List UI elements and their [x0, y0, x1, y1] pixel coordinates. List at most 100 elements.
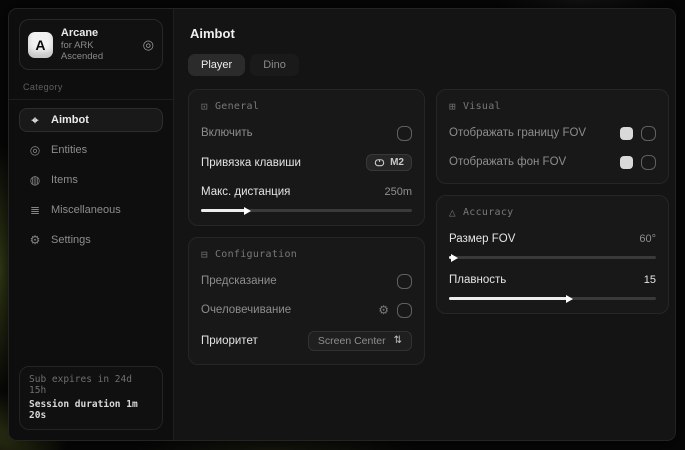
sidebar-item-label: Items — [51, 174, 78, 186]
mouse-icon — [374, 157, 385, 168]
smoothness-label: Плавность — [449, 274, 506, 286]
sidebar-divider — [9, 99, 173, 100]
keybind-button[interactable]: M2 — [366, 154, 412, 171]
row-max-distance: Макс. дистанция 250m — [201, 184, 412, 200]
prediction-label: Предсказание — [201, 275, 277, 287]
radar-icon: ◎ — [28, 144, 42, 156]
select-arrows-icon: ⇅ — [394, 336, 402, 346]
fov-size-slider-handle[interactable] — [451, 254, 458, 262]
sidebar: A Arcane for ARK Ascended ◎ Category ⌖ A… — [9, 9, 174, 440]
fov-background-label: Отображать фон FOV — [449, 156, 566, 168]
max-distance-slider[interactable] — [201, 209, 412, 212]
keybind-value: M2 — [390, 157, 404, 168]
panel-accuracy: △ Accuracy Размер FOV 60° Плавность — [436, 195, 669, 314]
row-prediction: Предсказание — [201, 273, 412, 289]
enable-checkbox[interactable] — [397, 126, 412, 141]
smoothness-value: 15 — [644, 274, 656, 286]
tab-dino[interactable]: Dino — [250, 54, 299, 76]
panel-general: ⊡ General Включить Привязка клавиши — [188, 89, 425, 226]
fov-border-controls — [620, 126, 656, 141]
max-distance-slider-fill — [201, 209, 245, 212]
fov-background-controls — [620, 155, 656, 170]
fov-size-slider-fill — [449, 256, 452, 259]
panel-visual-header: ⊞ Visual — [449, 101, 656, 112]
list-icon: ≣ — [28, 204, 42, 216]
panel-configuration-header: ⊟ Configuration — [201, 249, 412, 260]
panel-accuracy-title: Accuracy — [463, 207, 514, 218]
cube-icon: ◍ — [28, 174, 42, 186]
left-column: ⊡ General Включить Привязка клавиши — [188, 89, 425, 365]
session-duration-text: Session duration 1m 20s — [29, 399, 153, 421]
panels-grid: ⊡ General Включить Привязка клавиши — [188, 89, 669, 365]
sidebar-item-label: Settings — [51, 234, 91, 246]
priority-value: Screen Center — [318, 335, 386, 347]
sidebar-item-entities[interactable]: ◎ Entities — [19, 138, 163, 162]
panel-accuracy-header: △ Accuracy — [449, 207, 656, 218]
fov-border-color-swatch[interactable] — [620, 127, 633, 140]
prediction-checkbox[interactable] — [397, 274, 412, 289]
humanization-settings-icon[interactable]: ⚙ — [378, 304, 389, 316]
enable-label: Включить — [201, 127, 253, 139]
fov-background-color-swatch[interactable] — [620, 156, 633, 169]
crosshair-icon: ⌖ — [28, 114, 42, 126]
fov-size-label: Размер FOV — [449, 233, 515, 245]
brand-subtitle: for ARK Ascended — [61, 40, 135, 62]
tab-player[interactable]: Player — [188, 54, 245, 76]
keybind-label: Привязка клавиши — [201, 157, 301, 169]
smoothness-slider-handle[interactable] — [566, 295, 573, 303]
row-priority: Приоритет Screen Center ⇅ — [201, 331, 412, 351]
accuracy-icon: △ — [449, 207, 456, 218]
fov-size-value: 60° — [639, 233, 656, 245]
brand-text: Arcane for ARK Ascended — [61, 27, 135, 62]
app-window: A Arcane for ARK Ascended ◎ Category ⌖ A… — [8, 8, 676, 441]
panel-general-title: General — [215, 101, 259, 112]
sidebar-nav: ⌖ Aimbot ◎ Entities ◍ Items ≣ Miscellane… — [19, 108, 163, 252]
max-distance-value: 250m — [384, 186, 412, 198]
fov-border-label: Отображать границу FOV — [449, 127, 586, 139]
brand-name: Arcane — [61, 27, 135, 39]
sidebar-item-aimbot[interactable]: ⌖ Aimbot — [19, 108, 163, 132]
smoothness-slider[interactable] — [449, 297, 656, 300]
panel-configuration: ⊟ Configuration Предсказание Очеловечива… — [188, 237, 425, 365]
row-fov-size: Размер FOV 60° — [449, 231, 656, 247]
row-keybind: Привязка клавиши M2 — [201, 154, 412, 171]
sidebar-item-label: Aimbot — [51, 114, 89, 126]
max-distance-slider-handle[interactable] — [244, 207, 251, 215]
fov-size-slider[interactable] — [449, 256, 656, 259]
configuration-icon: ⊟ — [201, 249, 208, 260]
panel-configuration-title: Configuration — [215, 249, 297, 260]
target-icon[interactable]: ◎ — [143, 38, 154, 51]
smoothness-slider-fill — [449, 297, 567, 300]
priority-label: Приоритет — [201, 335, 258, 347]
sidebar-item-miscellaneous[interactable]: ≣ Miscellaneous — [19, 198, 163, 222]
panel-visual: ⊞ Visual Отображать границу FOV Отобража… — [436, 89, 669, 184]
row-humanization: Очеловечивание ⚙ — [201, 302, 412, 318]
row-fov-border: Отображать границу FOV — [449, 125, 656, 141]
right-column: ⊞ Visual Отображать границу FOV Отобража… — [436, 89, 669, 314]
row-enable: Включить — [201, 125, 412, 141]
fov-border-checkbox[interactable] — [641, 126, 656, 141]
tab-bar: Player Dino — [188, 54, 669, 76]
humanization-label: Очеловечивание — [201, 304, 291, 316]
humanization-checkbox[interactable] — [397, 303, 412, 318]
priority-dropdown[interactable]: Screen Center ⇅ — [308, 331, 412, 351]
row-smoothness: Плавность 15 — [449, 272, 656, 288]
general-icon: ⊡ — [201, 101, 208, 112]
subscription-status-card: Sub expires in 24d 15h Session duration … — [19, 366, 163, 430]
visual-icon: ⊞ — [449, 101, 456, 112]
panel-general-header: ⊡ General — [201, 101, 412, 112]
sidebar-item-settings[interactable]: ⚙ Settings — [19, 228, 163, 252]
humanization-controls: ⚙ — [378, 303, 412, 318]
fov-background-checkbox[interactable] — [641, 155, 656, 170]
main-content: Aimbot Player Dino ⊡ General Включить — [174, 9, 676, 440]
brand-card: A Arcane for ARK Ascended ◎ — [19, 19, 163, 70]
page-title: Aimbot — [190, 26, 669, 41]
row-fov-background: Отображать фон FOV — [449, 154, 656, 170]
sub-expiry-text: Sub expires in 24d 15h — [29, 374, 153, 396]
brand-logo: A — [28, 32, 53, 58]
panel-visual-title: Visual — [463, 101, 501, 112]
max-distance-label: Макс. дистанция — [201, 186, 290, 198]
sidebar-spacer — [19, 252, 163, 366]
sidebar-item-items[interactable]: ◍ Items — [19, 168, 163, 192]
gear-icon: ⚙ — [28, 234, 42, 246]
